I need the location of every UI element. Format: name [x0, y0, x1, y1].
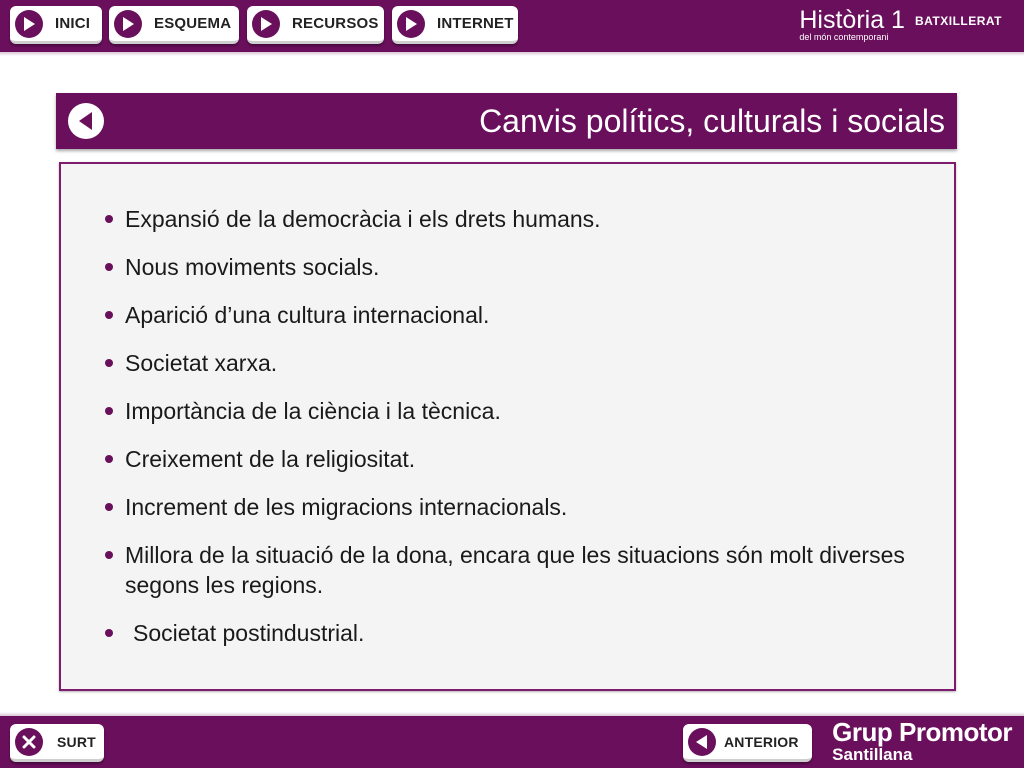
page-title-bar: Canvis polítics, culturals i socials [56, 93, 957, 149]
list-item-text: Societat postindustrial. [133, 620, 365, 646]
list-item: Societat xarxa. [103, 348, 923, 378]
play-icon [397, 9, 425, 38]
nav-button-inici[interactable]: INICI [10, 6, 102, 44]
list-item: Expansió de la democràcia i els drets hu… [103, 204, 923, 234]
bottom-navigation-bar: SURT ANTERIOR Grup Promotor Santillana [0, 716, 1024, 768]
list-item-text: Nous moviments socials. [125, 254, 380, 280]
content-panel: Expansió de la democràcia i els drets hu… [59, 162, 956, 691]
nav-button-esquema[interactable]: ESQUEMA [109, 6, 239, 44]
play-icon [252, 9, 280, 38]
list-item-text: Increment de les migracions internaciona… [125, 494, 568, 520]
back-arrow-icon[interactable] [68, 103, 104, 139]
bullet-icon [105, 503, 113, 511]
bullet-icon [105, 311, 113, 319]
bullet-icon [105, 263, 113, 271]
list-item-text: Importància de la ciència i la tècnica. [125, 398, 501, 424]
nav-label: INICI [55, 15, 91, 32]
bullet-icon [105, 407, 113, 415]
list-item-text: Expansió de la democràcia i els drets hu… [125, 206, 601, 232]
top-divider [0, 52, 1024, 56]
bullet-list: Expansió de la democràcia i els drets hu… [103, 204, 923, 666]
list-item-text: Creixement de la religiositat. [125, 446, 416, 472]
list-item: Increment de les migracions internaciona… [103, 492, 923, 522]
brand-logo: Història 1 BATXILLERAT del món contempora… [799, 6, 1002, 42]
page-title: Canvis polítics, culturals i socials [479, 103, 945, 139]
bullet-icon [105, 629, 113, 637]
list-item: Millora de la situació de la dona, encar… [103, 540, 923, 600]
bullet-icon [105, 359, 113, 367]
exit-label: SURT [57, 733, 96, 750]
close-icon [15, 727, 43, 756]
prev-button[interactable]: ANTERIOR [683, 724, 812, 762]
brand-title: Història 1 [799, 6, 905, 34]
brand-level: BATXILLERAT [914, 14, 1002, 28]
publisher-logo: Grup Promotor Santillana [832, 718, 1012, 764]
list-item-text: Millora de la situació de la dona, encar… [125, 542, 905, 598]
list-item: Creixement de la religiositat. [103, 444, 923, 474]
exit-button[interactable]: SURT [10, 724, 104, 762]
nav-label: RECURSOS [292, 15, 379, 32]
list-item: Aparició d’una cultura internacional. [103, 300, 923, 330]
nav-button-internet[interactable]: INTERNET [392, 6, 518, 44]
nav-label: ESQUEMA [154, 15, 232, 32]
list-item-text: Aparició d’una cultura internacional. [125, 302, 490, 328]
bullet-icon [105, 455, 113, 463]
publisher-name: Grup Promotor [832, 717, 1012, 747]
prev-label: ANTERIOR [724, 733, 799, 750]
nav-button-recursos[interactable]: RECURSOS [247, 6, 384, 44]
nav-label: INTERNET [437, 15, 514, 32]
prev-arrow-icon [688, 727, 716, 756]
bullet-icon [105, 215, 113, 223]
list-item: Importància de la ciència i la tècnica. [103, 396, 923, 426]
play-icon [114, 9, 142, 38]
top-navigation-bar: INICI ESQUEMA RECURSOS INTERNET Història… [0, 0, 1024, 52]
list-item: Societat postindustrial. [103, 618, 923, 648]
bullet-icon [105, 551, 113, 559]
list-item: Nous moviments socials. [103, 252, 923, 282]
publisher-sub: Santillana [832, 745, 913, 764]
list-item-text: Societat xarxa. [125, 350, 278, 376]
play-icon [15, 9, 43, 38]
